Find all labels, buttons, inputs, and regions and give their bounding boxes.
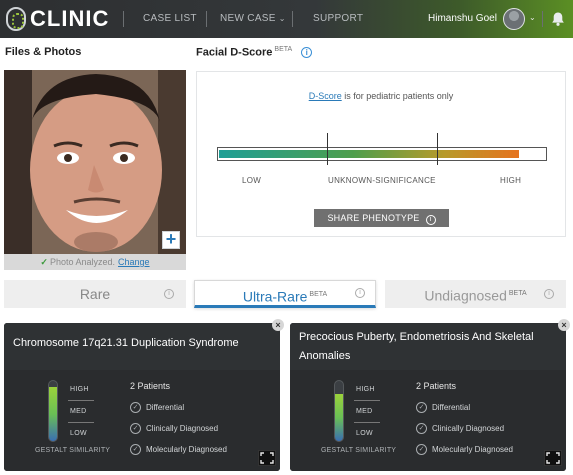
- scale-divider: [327, 133, 328, 165]
- share-phenotype-button[interactable]: SHARE PHENOTYPE i: [314, 209, 449, 227]
- gauge-label-low: LOW: [70, 430, 87, 437]
- criterion-differential: ✓ Differential: [416, 402, 470, 413]
- info-icon[interactable]: i: [164, 289, 174, 299]
- gestalt-similarity-caption: GESTALT SIMILARITY: [321, 447, 397, 454]
- gestalt-gauge-fill: [335, 394, 343, 441]
- scale-label-unknown: UNKNOWN-SIGNIFICANCE: [328, 176, 436, 185]
- clinic-logo[interactable]: CLINIC: [6, 6, 109, 32]
- logo-icon: [6, 7, 26, 31]
- nav-divider: [292, 11, 293, 27]
- info-icon[interactable]: i: [355, 288, 365, 298]
- tab-ultra-rare[interactable]: Ultra-Rare BETA i: [194, 280, 376, 308]
- criterion-label: Molecularly Diagnosed: [432, 445, 513, 454]
- scale-label-low: LOW: [242, 176, 262, 185]
- dscore-note: D-Score is for pediatric patients only: [197, 91, 565, 101]
- avatar[interactable]: [503, 8, 525, 30]
- photo-analyzed-text: Photo Analyzed.: [49, 257, 116, 267]
- dscore-panel: D-Score is for pediatric patients only L…: [196, 71, 566, 237]
- criterion-label: Differential: [146, 403, 185, 412]
- criterion-molecularly-diagnosed: ✓ Molecularly Diagnosed: [416, 444, 513, 455]
- beta-badge: BETA: [309, 291, 328, 298]
- beta-badge: BETA: [274, 46, 293, 53]
- criterion-differential: ✓ Differential: [130, 402, 184, 413]
- gestalt-similarity-caption: GESTALT SIMILARITY: [35, 447, 111, 454]
- gauge-divider: [68, 422, 94, 423]
- criterion-molecularly-diagnosed: ✓ Molecularly Diagnosed: [130, 444, 227, 455]
- dscore-scale-fill: [219, 150, 519, 158]
- nav-divider: [206, 11, 207, 27]
- scale-divider: [437, 133, 438, 165]
- beta-badge: BETA: [508, 290, 527, 297]
- tab-rare[interactable]: Rare i: [4, 280, 186, 308]
- close-card-button[interactable]: ×: [558, 319, 570, 331]
- top-navigation-bar: CLINIC CASE LIST NEW CASE ⌄ SUPPORT Himan…: [0, 0, 573, 38]
- gauge-label-high: HIGH: [356, 386, 375, 393]
- nav-new-case-label: NEW CASE: [220, 13, 276, 24]
- dscore-link[interactable]: D-Score: [309, 91, 342, 101]
- info-icon[interactable]: i: [544, 289, 554, 299]
- criterion-label: Clinically Diagnosed: [146, 424, 219, 433]
- dscore-note-text: is for pediatric patients only: [341, 91, 454, 101]
- check-circle-icon: ✓: [416, 402, 427, 413]
- check-circle-icon: ✓: [416, 423, 427, 434]
- expand-icon[interactable]: [258, 450, 276, 466]
- gauge-divider: [354, 400, 380, 401]
- check-circle-icon: ✓: [130, 423, 141, 434]
- gauge-divider: [68, 400, 94, 401]
- nav-new-case[interactable]: NEW CASE ⌄: [220, 13, 286, 24]
- chevron-down-icon: ⌄: [278, 14, 286, 23]
- gestalt-gauge-fill: [49, 387, 57, 441]
- syndrome-card[interactable]: Chromosome 17q21.31 Duplication Syndrome…: [4, 323, 280, 471]
- syndrome-title[interactable]: Precocious Puberty, Endometriosis And Sk…: [290, 323, 566, 370]
- tab-ultra-rare-label: Ultra-Rare: [242, 288, 308, 305]
- syndrome-card[interactable]: Precocious Puberty, Endometriosis And Sk…: [290, 323, 566, 471]
- logo-text: CLINIC: [30, 6, 110, 31]
- gauge-label-high: HIGH: [70, 386, 89, 393]
- files-photos-title: Files & Photos: [5, 46, 82, 58]
- patient-count: 2 Patients: [130, 381, 171, 391]
- gauge-label-med: MED: [70, 408, 87, 415]
- bell-icon[interactable]: [550, 11, 566, 27]
- patient-count: 2 Patients: [416, 381, 457, 391]
- check-circle-icon: ✓: [416, 444, 427, 455]
- change-photo-link[interactable]: Change: [118, 257, 150, 267]
- patient-photo: [4, 70, 186, 254]
- add-photo-button[interactable]: +: [162, 230, 180, 249]
- dscore-scale: [217, 147, 547, 161]
- check-circle-icon: ✓: [130, 402, 141, 413]
- syndrome-title[interactable]: Chromosome 17q21.31 Duplication Syndrome: [4, 323, 280, 370]
- info-icon: i: [425, 215, 436, 225]
- tab-undiagnosed[interactable]: Undiagnosed BETA i: [385, 280, 566, 308]
- photo-analyzed-status: ✓ Photo Analyzed. Change: [4, 254, 186, 270]
- nav-divider: [123, 11, 124, 27]
- dscore-title-text: Facial D-Score: [196, 46, 273, 59]
- criterion-clinically-diagnosed: ✓ Clinically Diagnosed: [416, 423, 504, 434]
- gauge-label-med: MED: [356, 408, 373, 415]
- info-icon[interactable]: i: [301, 47, 313, 59]
- gauge-label-low: LOW: [356, 430, 373, 437]
- criterion-clinically-diagnosed: ✓ Clinically Diagnosed: [130, 423, 218, 434]
- check-circle-icon: ✓: [130, 444, 141, 455]
- close-card-button[interactable]: ×: [272, 319, 284, 331]
- criterion-label: Molecularly Diagnosed: [146, 445, 227, 454]
- checkmark-icon: ✓: [40, 257, 48, 267]
- criterion-label: Clinically Diagnosed: [432, 424, 505, 433]
- gestalt-gauge: [48, 380, 58, 442]
- scale-label-high: HIGH: [500, 176, 522, 185]
- tab-rare-label: Rare: [79, 286, 111, 302]
- gauge-divider: [354, 422, 380, 423]
- nav-divider: [542, 11, 543, 27]
- nav-support[interactable]: SUPPORT: [313, 13, 363, 24]
- dscore-title: Facial D-Score BETA i: [196, 46, 313, 59]
- user-name[interactable]: Himanshu Goel: [428, 13, 497, 24]
- share-phenotype-label: SHARE PHENOTYPE: [327, 213, 420, 223]
- chevron-down-icon[interactable]: ⌄: [529, 13, 536, 22]
- gestalt-gauge: [334, 380, 344, 442]
- nav-case-list[interactable]: CASE LIST: [143, 13, 197, 24]
- tab-undiagnosed-label: Undiagnosed: [424, 287, 507, 304]
- expand-icon[interactable]: [544, 450, 562, 466]
- criterion-label: Differential: [432, 403, 471, 412]
